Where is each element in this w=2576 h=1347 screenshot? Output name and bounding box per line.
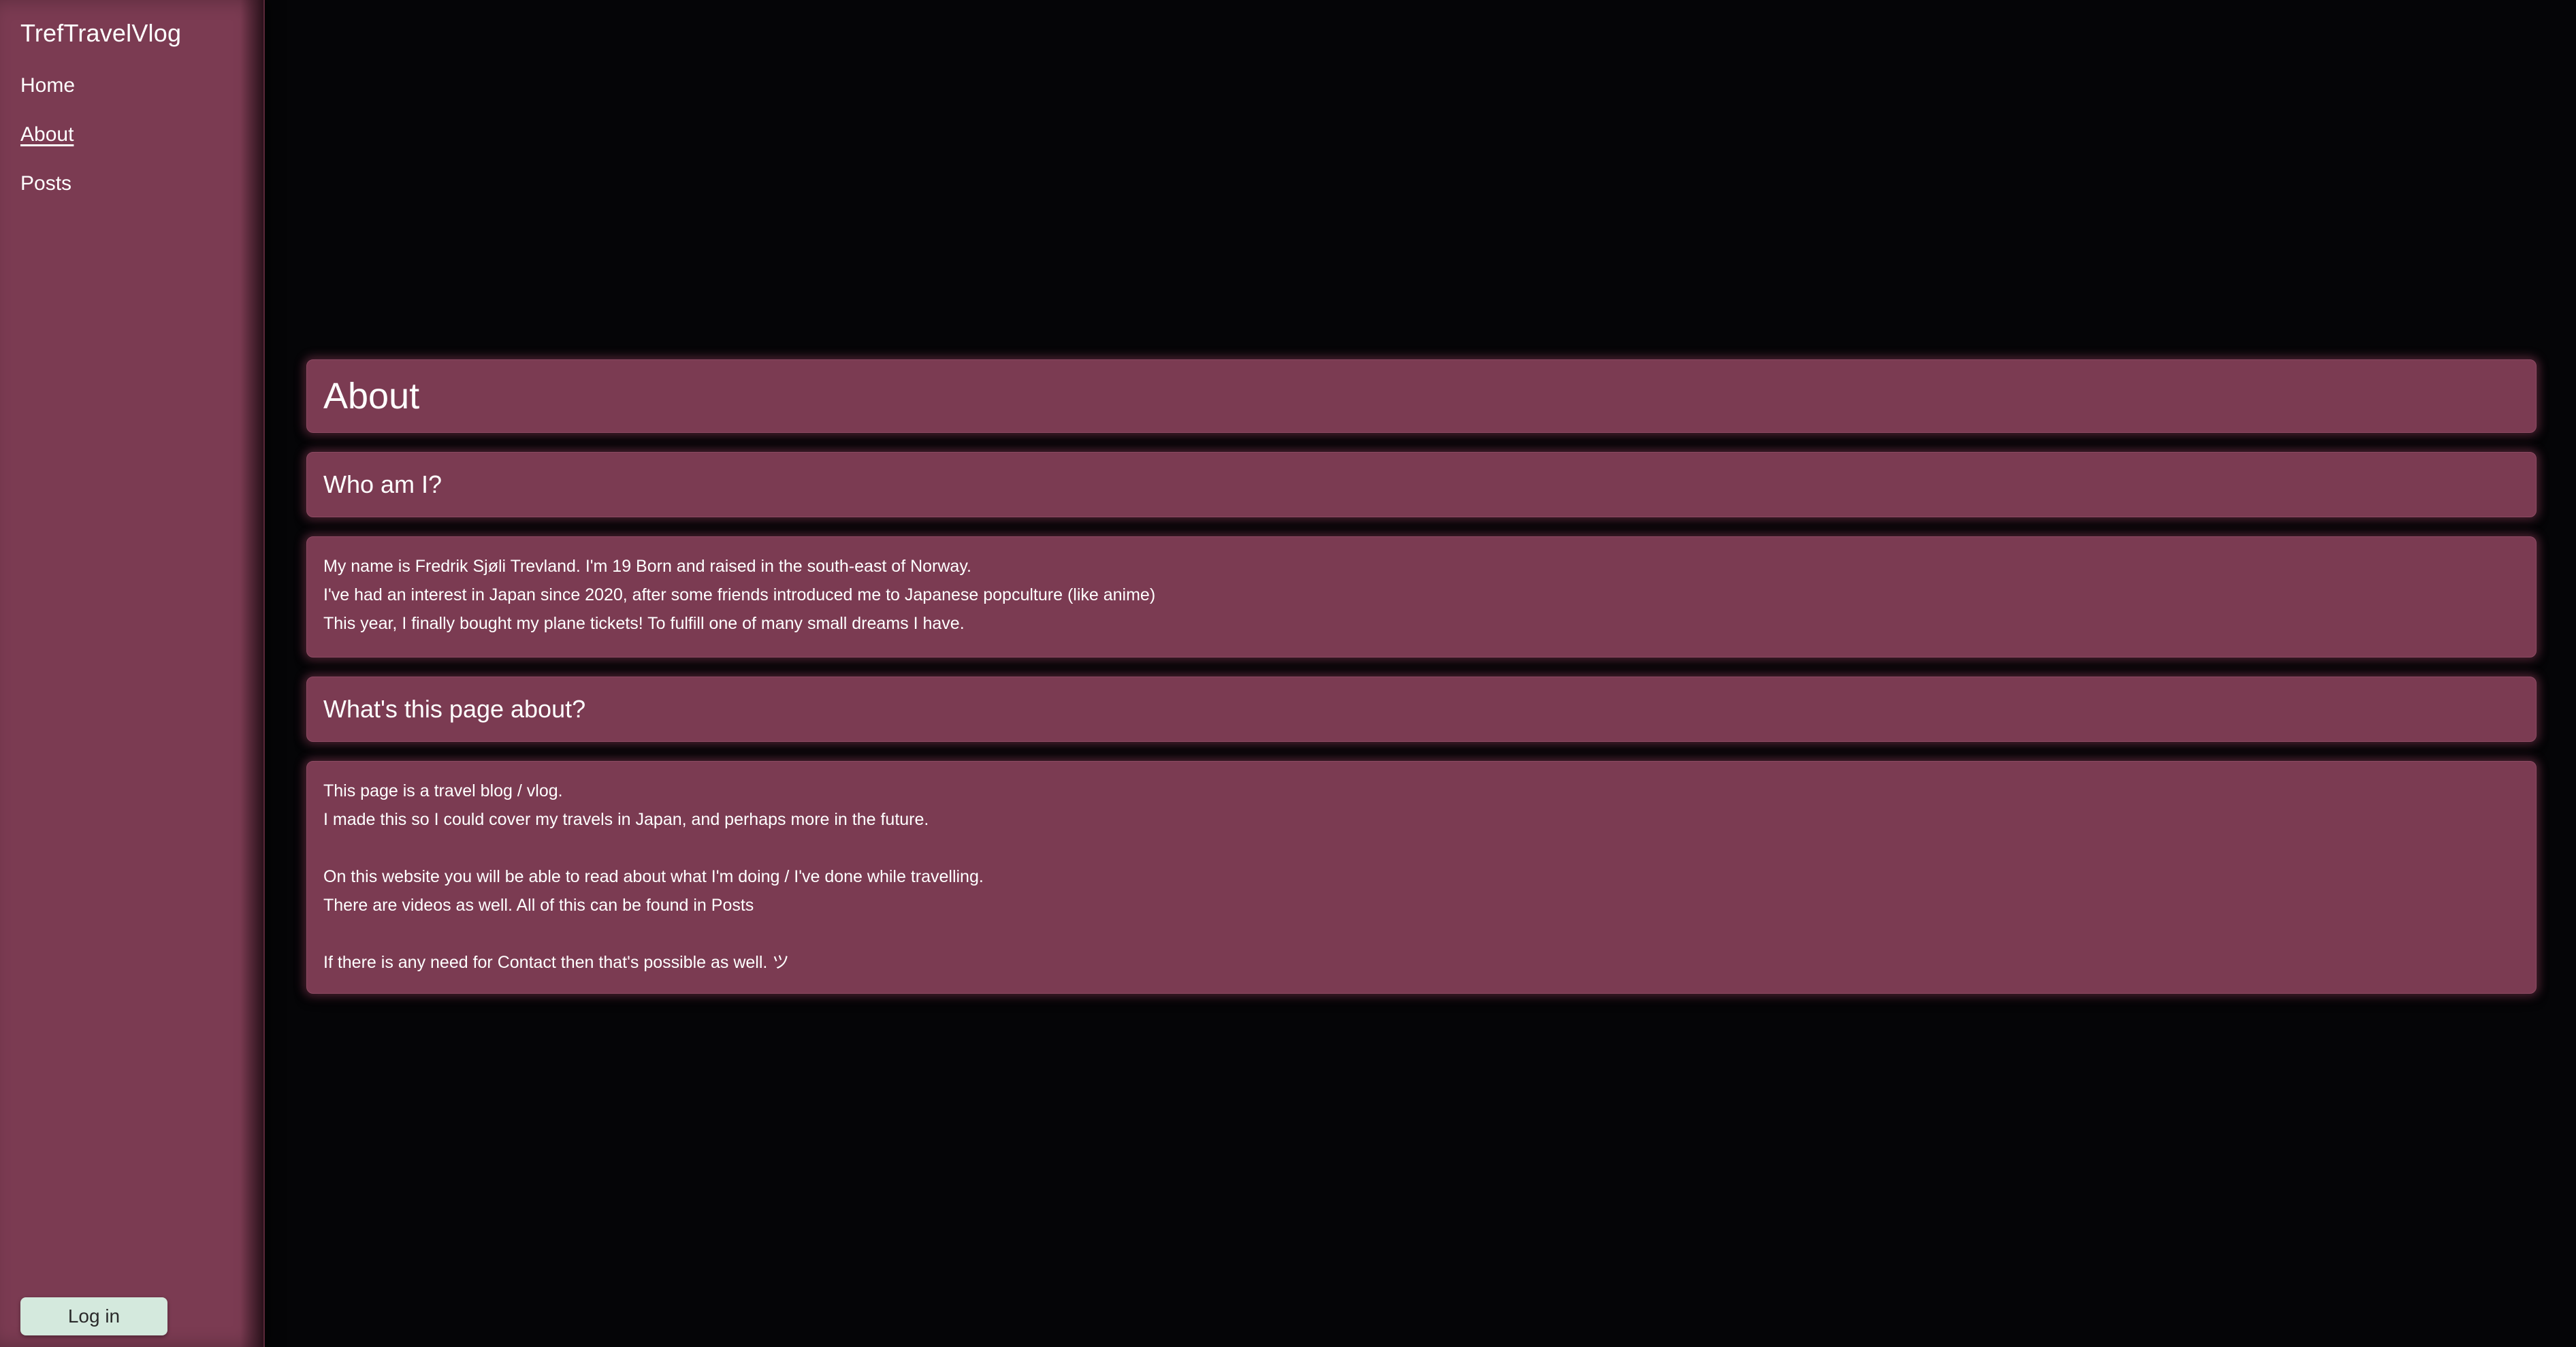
section-heading-page-about: What's this page about? (323, 695, 586, 723)
nav-link-posts[interactable]: Posts (20, 169, 75, 218)
body-line: This year, I finally bought my plane tic… (323, 614, 965, 633)
body-line: I've had an interest in Japan since 2020… (323, 585, 1156, 604)
brand-title[interactable]: TrefTravelVlog (20, 19, 181, 48)
login-button[interactable]: Log in (20, 1297, 167, 1335)
nav-link-home[interactable]: Home (20, 71, 75, 120)
body-line: There are videos as well. All of this ca… (323, 896, 754, 915)
page-title-panel: About (306, 359, 2537, 433)
section-heading-panel: Who am I? (306, 452, 2537, 517)
section-body-page-about: This page is a travel blog / vlog. I mad… (306, 761, 2537, 994)
body-line-blank (323, 834, 2519, 862)
sidebar-nav: Home About Posts (20, 71, 75, 218)
section-body-who-am-i: My name is Fredrik Sjøli Trevland. I'm 1… (306, 536, 2537, 658)
sidebar-edge-shadow (240, 0, 263, 1347)
section-heading-who-am-i: Who am I? (323, 470, 442, 498)
body-line: On this website you will be able to read… (323, 867, 984, 886)
sidebar: TrefTravelVlog Home About Posts Log in (0, 0, 265, 1347)
section-heading-panel: What's this page about? (306, 677, 2537, 742)
main-content: About Who am I? My name is Fredrik Sjøli… (306, 359, 2537, 1013)
body-line: I made this so I could cover my travels … (323, 810, 929, 829)
body-line: My name is Fredrik Sjøli Trevland. I'm 1… (323, 557, 971, 576)
body-line-blank (323, 920, 2519, 948)
nav-link-about[interactable]: About (20, 120, 75, 169)
body-line: This page is a travel blog / vlog. (323, 781, 563, 800)
page-title: About (323, 376, 420, 417)
body-line: If there is any need for Contact then th… (323, 953, 790, 972)
